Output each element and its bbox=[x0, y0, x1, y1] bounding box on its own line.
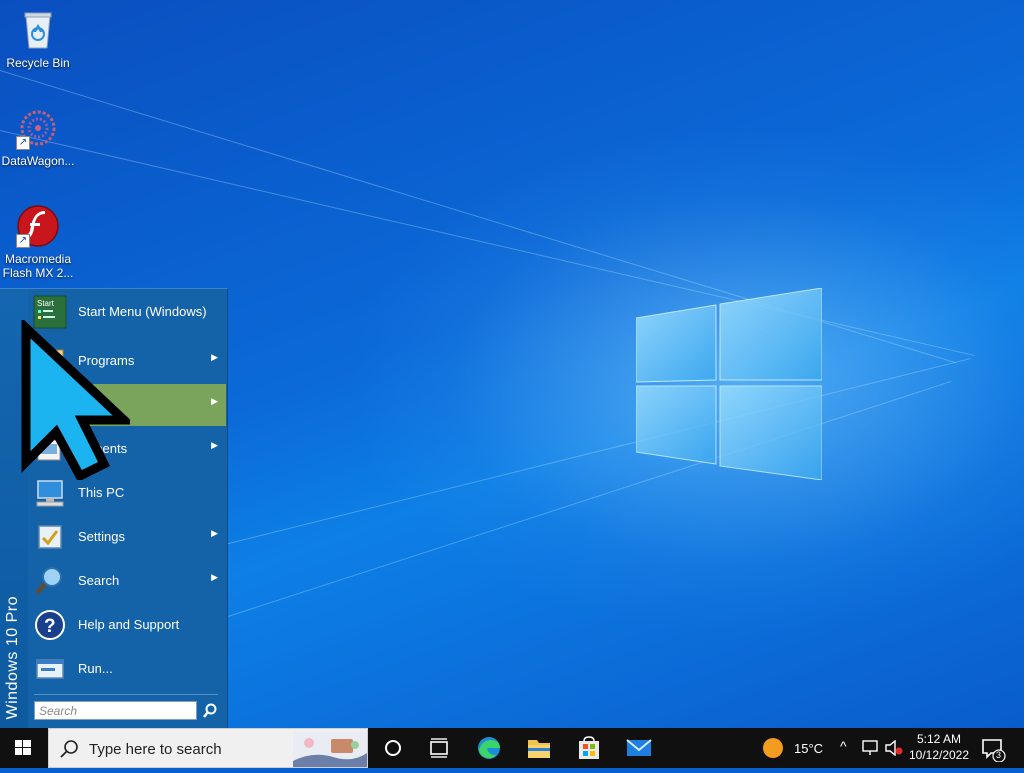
submenu-arrow-icon: ▶ bbox=[211, 572, 218, 582]
menu-item-label: This PC bbox=[78, 485, 125, 500]
store-bag-icon bbox=[579, 736, 599, 759]
mail-icon bbox=[626, 739, 652, 756]
submenu-arrow-icon: ▶ bbox=[211, 528, 218, 538]
help-icon: ? bbox=[33, 608, 67, 642]
computer-icon bbox=[33, 476, 67, 510]
notification-count-badge: 3 bbox=[996, 750, 1002, 760]
menu-item-run[interactable]: Run... bbox=[30, 648, 226, 690]
start-menu-icon-text: Start bbox=[37, 299, 55, 308]
action-center-button[interactable]: 3 bbox=[980, 736, 1006, 763]
taskbar-app-edge[interactable] bbox=[466, 728, 512, 768]
desktop-icon-label: DataWagon... bbox=[1, 154, 75, 168]
start-menu-banner-label: Windows 10 Pro bbox=[4, 595, 21, 720]
taskbar-search-placeholder: Type here to search bbox=[89, 741, 222, 758]
clock-time: 5:12 AM bbox=[916, 732, 962, 746]
desktop-icon-label: Macromedia Flash MX 2... bbox=[2, 252, 74, 280]
settings-icon bbox=[33, 520, 67, 554]
weather-temperature[interactable]: 15°C bbox=[794, 741, 823, 756]
menu-item-label: Settings bbox=[78, 529, 125, 544]
speaker-muted-icon[interactable] bbox=[884, 740, 904, 756]
folder-icon bbox=[528, 740, 550, 758]
desktop-icon-recycle-bin[interactable]: Recycle Bin bbox=[0, 8, 76, 70]
taskbar-app-mail[interactable] bbox=[616, 728, 662, 768]
windows-start-icon bbox=[15, 740, 31, 755]
task-view-icon bbox=[430, 738, 448, 758]
recycle-bin-icon bbox=[16, 8, 60, 52]
task-view-cortana-button[interactable] bbox=[370, 728, 416, 768]
start-button[interactable] bbox=[0, 728, 46, 768]
datawagon-icon: ↗ bbox=[16, 106, 60, 150]
shortcut-arrow-icon: ↗ bbox=[16, 234, 30, 248]
taskbar-app-store[interactable] bbox=[566, 728, 612, 768]
clock-date: 10/12/2022 bbox=[908, 748, 970, 762]
svg-text:?: ? bbox=[44, 616, 56, 637]
desktop-icon-label: Recycle Bin bbox=[6, 56, 70, 70]
menu-item-settings[interactable]: Settings ▶ bbox=[30, 516, 226, 558]
submenu-arrow-icon: ▶ bbox=[211, 352, 218, 362]
submenu-arrow-icon: ▶ bbox=[211, 440, 218, 450]
search-icon bbox=[60, 740, 78, 758]
chevron-up-icon[interactable]: ^ bbox=[840, 738, 847, 754]
task-view-button[interactable] bbox=[416, 728, 462, 768]
taskbar-search-box[interactable]: Type here to search bbox=[48, 728, 368, 768]
taskbar: Type here to search 15°C ^ 5:12 AM 10/12… bbox=[0, 728, 1024, 768]
desktop-icon-datawagon[interactable]: ↗ DataWagon... bbox=[0, 106, 76, 168]
start-menu-search-input[interactable]: Search bbox=[34, 701, 197, 720]
menu-item-search[interactable]: Search ▶ bbox=[30, 560, 226, 602]
network-icon[interactable] bbox=[862, 740, 880, 756]
taskbar-clock[interactable]: 5:12 AM 10/12/2022 bbox=[906, 731, 972, 763]
notification-icon bbox=[982, 739, 1006, 763]
search-button-icon[interactable] bbox=[202, 703, 218, 719]
menu-item-label: Start Menu (Windows) bbox=[78, 304, 207, 319]
desktop-icon-flash[interactable]: ↗ Macromedia Flash MX 2... bbox=[0, 204, 76, 280]
menu-item-label: Help and Support bbox=[78, 617, 180, 632]
flash-icon: ↗ bbox=[16, 204, 60, 248]
start-menu-separator bbox=[34, 694, 218, 695]
menu-item-label: Run... bbox=[78, 661, 113, 676]
menu-item-help-support[interactable]: ? Help and Support bbox=[30, 604, 226, 646]
run-icon bbox=[33, 652, 67, 686]
submenu-arrow-icon: ▶ bbox=[211, 396, 218, 406]
mouse-pointer-icon bbox=[21, 320, 130, 480]
taskbar-app-file-explorer[interactable] bbox=[516, 728, 562, 768]
menu-item-label: Search bbox=[78, 573, 120, 588]
shortcut-arrow-icon: ↗ bbox=[16, 136, 30, 150]
search-icon bbox=[33, 564, 67, 598]
search-highlight-illustration bbox=[293, 731, 367, 767]
edge-icon bbox=[478, 737, 500, 759]
cortana-circle-icon bbox=[385, 740, 401, 756]
windows-logo-wallpaper bbox=[636, 288, 822, 480]
weather-sun-icon[interactable] bbox=[762, 737, 784, 759]
